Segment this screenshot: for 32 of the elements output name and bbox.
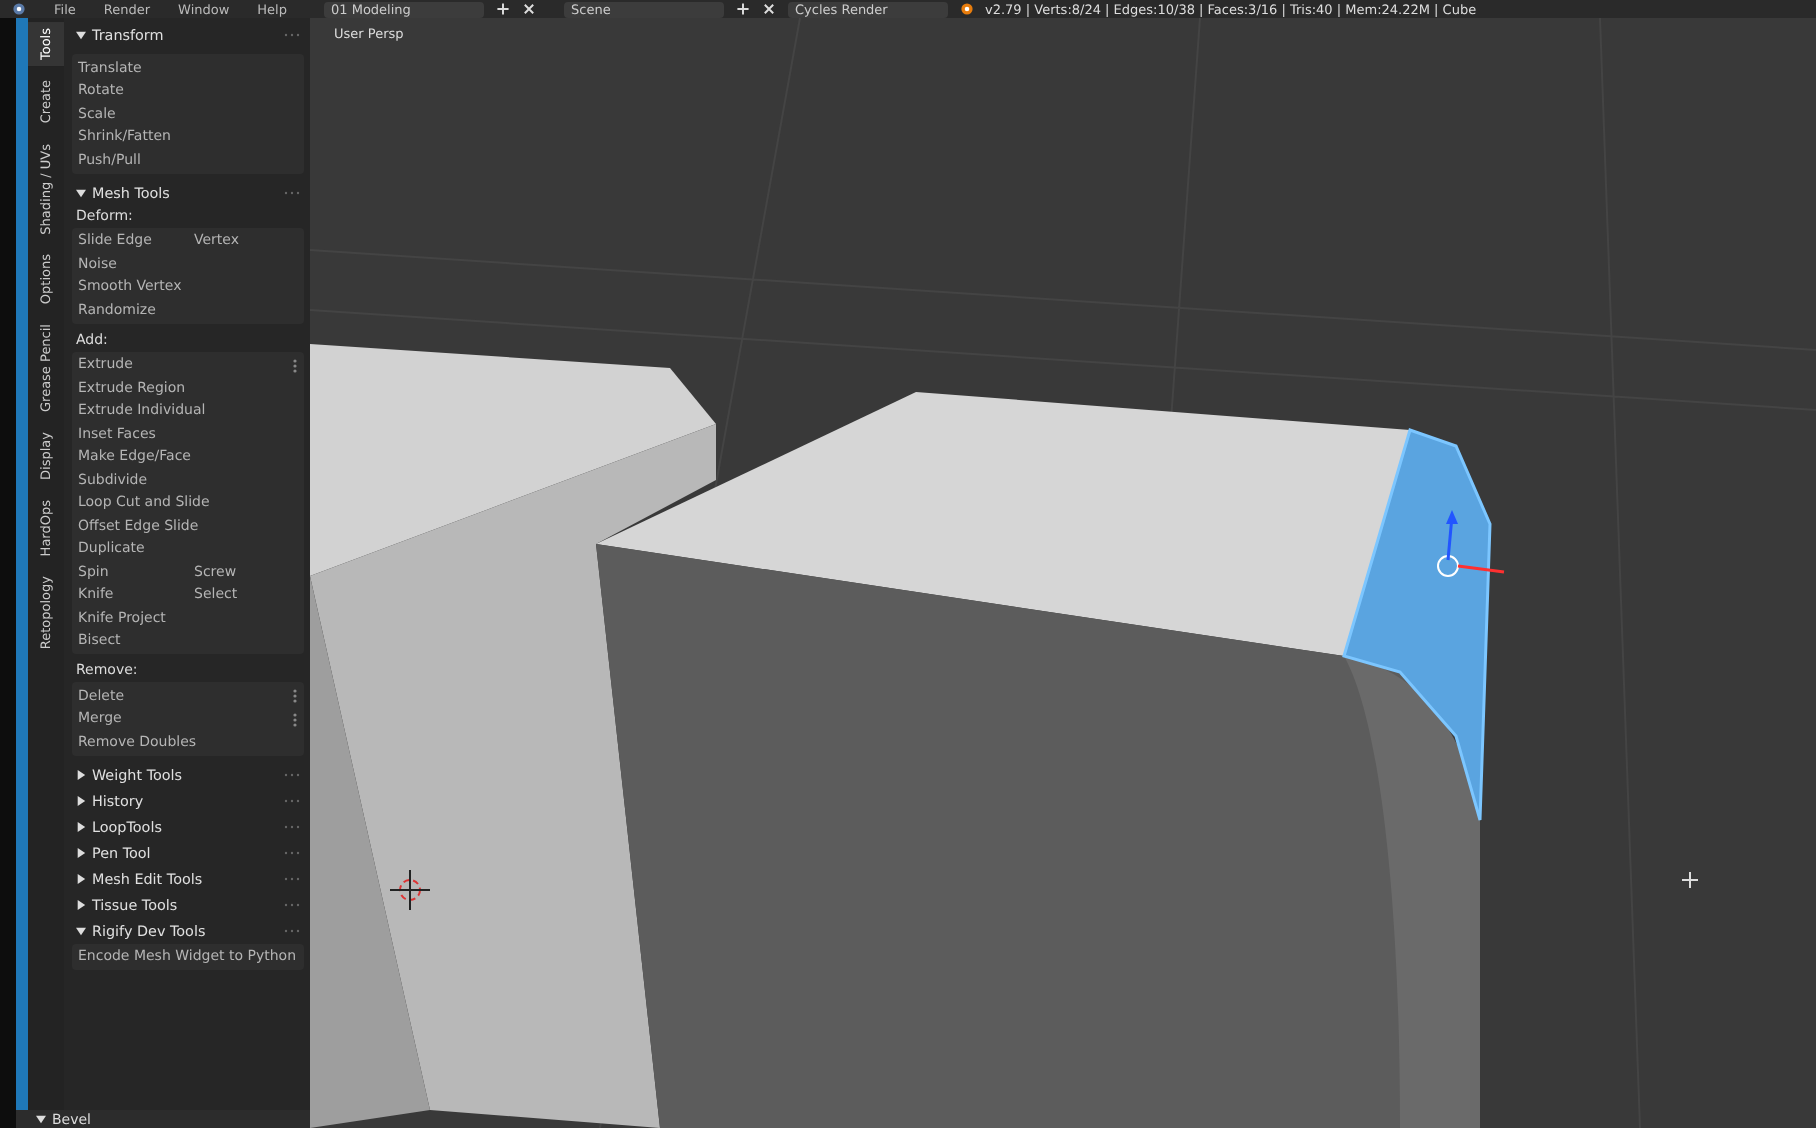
crosshair-icon [1681,871,1699,889]
close-icon[interactable] [761,2,775,16]
menu-dots-icon[interactable] [292,688,298,704]
add-icon[interactable] [735,2,749,16]
drag-handle-icon[interactable] [284,189,300,195]
menu-dots-icon[interactable] [292,711,298,727]
disclosure-triangle-icon [76,30,86,40]
disclosure-triangle-icon [76,899,86,909]
transform-gizmo-icon[interactable] [1437,510,1505,577]
close-icon[interactable] [521,2,535,16]
drag-handle-icon[interactable] [284,797,300,803]
mesh-objects-drawing[interactable] [310,344,1492,1128]
drag-handle-icon[interactable] [284,823,300,829]
disclosure-triangle-icon [36,1114,46,1124]
drag-handle-icon[interactable] [284,901,300,907]
disclosure-triangle-icon [76,873,86,883]
disclosure-triangle-icon [76,925,86,935]
logo-icon [959,2,973,16]
add-icon[interactable] [495,2,509,16]
disclosure-triangle-icon [76,769,86,779]
disclosure-triangle-icon [76,795,86,805]
drag-handle-icon[interactable] [284,927,300,933]
disclosure-triangle-icon [76,187,86,197]
drag-handle-icon[interactable] [284,849,300,855]
disclosure-triangle-icon [76,847,86,857]
drag-handle-icon[interactable] [284,771,300,777]
menu-dots-icon[interactable] [292,357,298,373]
drag-handle-icon[interactable] [284,32,300,38]
3d-cursor-icon [389,869,431,911]
disclosure-triangle-icon [76,821,86,831]
drag-handle-icon[interactable] [284,875,300,881]
logo-icon[interactable] [12,2,26,16]
